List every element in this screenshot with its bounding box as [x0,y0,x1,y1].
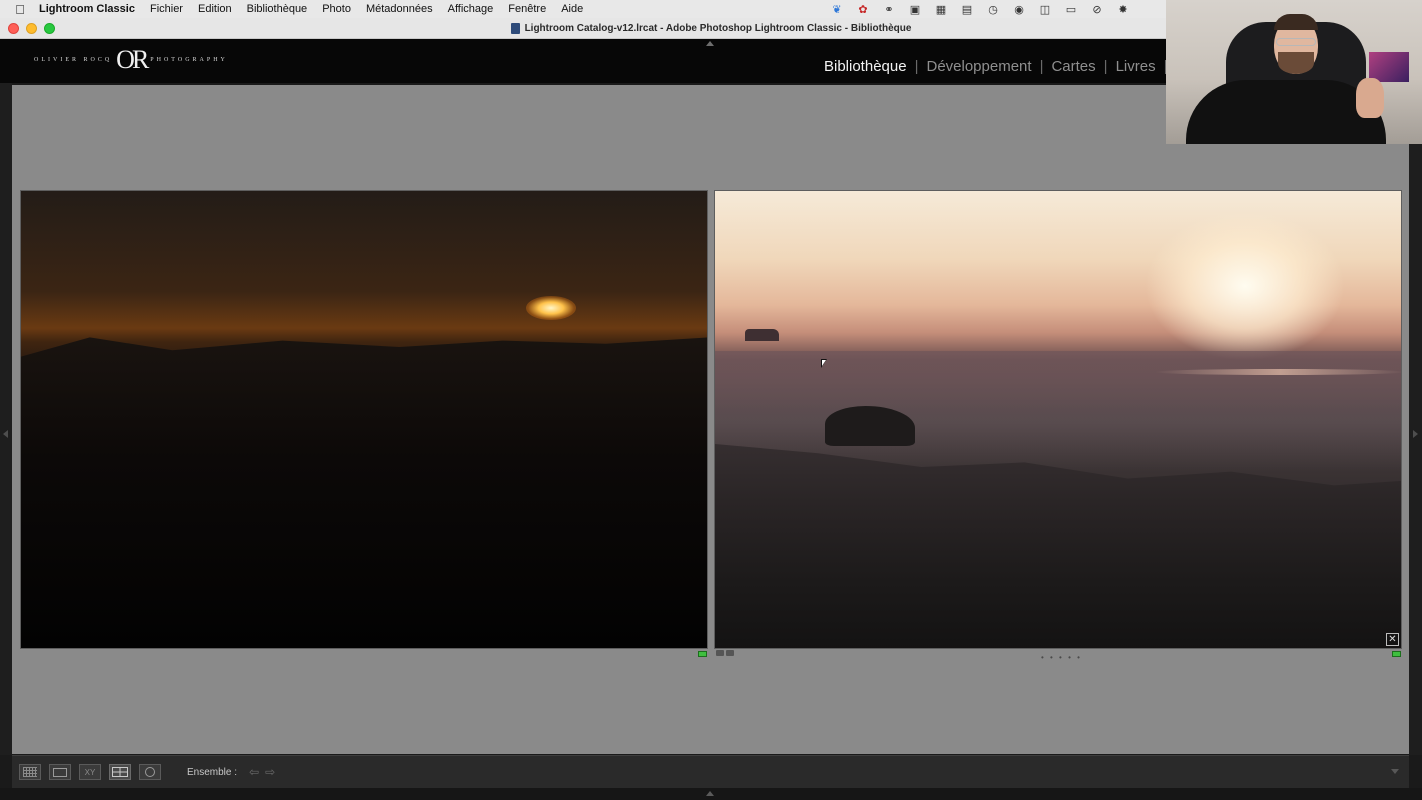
logo-right-text: PHOTOGRAPHY [150,57,228,63]
photo-rock [745,329,779,341]
menubar-status-icons: ❦ ✿ ⚭ ▣ ▦ ▤ ◷ ◉ ◫ ▭ ⊘ ✸ [830,0,1142,18]
grid-icon [23,767,37,777]
module-separator: | [1103,58,1108,75]
display-icon[interactable]: ▭ [1064,3,1078,16]
photo-trees [825,406,915,446]
flag-icon[interactable] [716,650,724,656]
photo-hills [21,337,707,648]
window-title: Lightroom Catalog-v12.lrcat - Adobe Phot… [510,22,912,34]
logo-left-text: OLIVIER ROCQ [34,57,113,63]
module-separator: | [914,58,919,75]
presenter-beard [1278,52,1314,74]
photo-sun [1145,211,1345,361]
window-title-text: Lightroom Catalog-v12.lrcat - Adobe Phot… [524,22,912,34]
presenter-glasses [1276,38,1316,46]
webcam-overlay [1166,0,1422,144]
menu-affichage[interactable]: Affichage [448,3,494,15]
left-panel-toggle-icon[interactable] [3,430,8,438]
apple-menu-icon[interactable]:  [13,2,27,17]
module-developpement[interactable]: Développement [926,58,1031,75]
identity-plate-logo: OLIVIER ROCQ OR PHOTOGRAPHY [34,47,228,73]
compare-icon: XY [84,767,96,777]
creative-cloud-icon[interactable]: ⚭ [882,3,896,16]
minimize-window-button[interactable] [26,23,37,34]
zoom-window-button[interactable] [44,23,55,34]
module-bibliotheque[interactable]: Bibliothèque [824,58,907,75]
window-controls [8,23,62,34]
top-panel-toggle-icon[interactable] [706,41,714,46]
survey-view-button[interactable] [109,764,131,780]
clock-icon[interactable]: ◷ [986,3,1000,16]
screen-icon[interactable]: ▦ [934,3,948,16]
pick-flag-badge[interactable] [1392,651,1401,657]
module-picker: Bibliothèque | Développement | Cartes | … [824,58,1175,75]
left-panel-collapsed [0,83,12,755]
survey-icon [112,767,128,777]
photo-mist-band [1155,369,1401,375]
module-cartes[interactable]: Cartes [1051,58,1095,75]
reject-flag-icon[interactable] [726,650,734,656]
compare-view-button[interactable]: XY [79,764,101,780]
menu-edition[interactable]: Edition [198,3,232,15]
right-panel-toggle-icon[interactable] [1413,430,1418,438]
logo-mark: OR [116,45,149,74]
menu-metadonnees[interactable]: Métadonnées [366,3,433,15]
menu-aide[interactable]: Aide [561,3,583,15]
photo-flags [716,650,736,656]
remove-from-survey-icon[interactable]: ✕ [1386,633,1399,646]
rating-dots[interactable]: • • • • • [1041,653,1082,662]
grid-view-button[interactable] [19,764,41,780]
previous-photo-icon[interactable]: ⇦ [249,765,259,779]
loupe-view-button[interactable] [49,764,71,780]
module-separator: | [1039,58,1044,75]
split-icon[interactable]: ◫ [1038,3,1052,16]
photo-sun [526,296,576,320]
survey-photo-1[interactable] [20,190,708,649]
ensemble-label: Ensemble : [187,766,238,778]
binoculars-icon[interactable]: ◉ [1012,3,1026,16]
survey-photo-2[interactable] [714,190,1402,649]
fan-icon[interactable]: ✸ [1116,3,1130,16]
mouse-cursor-icon [821,359,827,368]
camera-icon[interactable]: ▣ [908,3,922,16]
menu-fichier[interactable]: Fichier [150,3,183,15]
filmstrip-toggle-icon[interactable] [706,791,714,796]
bird-icon[interactable]: ❦ [830,3,844,16]
module-livres[interactable]: Livres [1116,58,1156,75]
menu-bibliotheque[interactable]: Bibliothèque [247,3,308,15]
butterfly-icon[interactable]: ✿ [856,3,870,16]
document-icon [510,22,520,34]
menu-app-name[interactable]: Lightroom Classic [39,3,135,15]
menu-photo[interactable]: Photo [322,3,351,15]
wifi-off-icon[interactable]: ⊘ [1090,3,1104,16]
next-photo-icon[interactable]: ⇨ [265,765,275,779]
presenter-hair [1274,14,1318,30]
menu-fenetre[interactable]: Fenêtre [508,3,546,15]
presenter-hand [1356,78,1384,118]
right-panel-collapsed [1409,83,1422,755]
people-icon [145,767,155,777]
library-toolbar: XY Ensemble : ⇦ ⇨ [12,755,1409,788]
people-view-button[interactable] [139,764,161,780]
toolbar-menu-icon[interactable] [1391,769,1399,774]
clipboard-icon[interactable]: ▤ [960,3,974,16]
loupe-icon [53,767,67,777]
pick-flag-badge[interactable] [698,651,707,657]
close-window-button[interactable] [8,23,19,34]
